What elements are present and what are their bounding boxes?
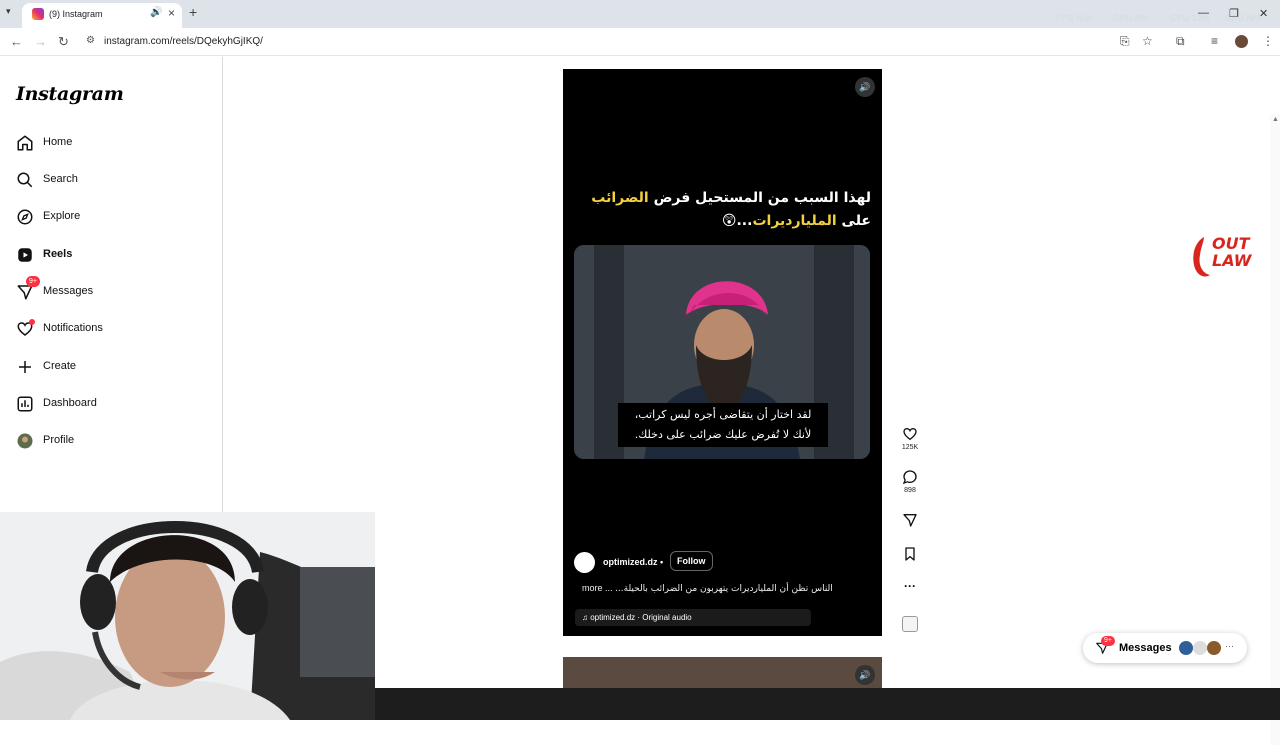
reel-headline: لهذا السبب من المستحيل فرض الضرائب على ا… bbox=[591, 190, 871, 229]
bookmark-icon bbox=[905, 547, 915, 561]
sidebar-item-label: Search bbox=[43, 173, 78, 185]
reel-caption[interactable]: more ... الناس تظن أن المليارديرات يتهرب… bbox=[582, 583, 852, 594]
streamer-image bbox=[0, 512, 375, 720]
like-count: 125K bbox=[901, 444, 919, 451]
plus-icon bbox=[19, 361, 31, 373]
messages-label: Messages bbox=[1119, 642, 1172, 654]
tab-close-icon[interactable]: × bbox=[168, 6, 175, 20]
reels-icon bbox=[18, 248, 32, 262]
sidebar-item-label: Home bbox=[43, 136, 73, 148]
subtitle-box: لقد اختار أن يتقاضى أجره ليس كراتب، لأنك… bbox=[618, 403, 828, 447]
follow-button[interactable]: Follow bbox=[670, 551, 713, 571]
video-frame: لقد اختار أن يتقاضى أجره ليس كراتب، لأنك… bbox=[574, 245, 870, 459]
caption-more[interactable]: more ... bbox=[582, 583, 613, 593]
install-app-icon[interactable]: ⎘ bbox=[1120, 34, 1130, 49]
comment-button[interactable]: 898 bbox=[899, 469, 921, 494]
gpu-stat: GPU 8% bbox=[1113, 13, 1149, 23]
profile-avatar[interactable] bbox=[1235, 35, 1248, 48]
messages-badge: 9+ bbox=[26, 276, 40, 287]
sidebar-item-create[interactable]: Create bbox=[16, 355, 216, 381]
sidebar-item-search[interactable]: Search bbox=[16, 168, 216, 194]
sidebar-item-label: Reels bbox=[43, 248, 73, 260]
avatar-icon bbox=[17, 433, 33, 449]
browser-toolbar: ← → ↻ ⚙ instagram.com/reels/DQekyhGjIKQ/… bbox=[0, 28, 1280, 56]
sidebar-item-reels[interactable]: Reels bbox=[16, 243, 216, 269]
like-button[interactable]: 125K bbox=[899, 426, 921, 451]
browser-menu-icon[interactable]: ⋮ bbox=[1262, 34, 1274, 48]
browser-tab-strip: ▾ (9) Instagram 🔊 × + FPS N/A GPU 8% CPU… bbox=[0, 0, 1280, 28]
tab-audio-icon[interactable]: 🔊 bbox=[150, 7, 162, 18]
tab-search-icon[interactable]: ▾ bbox=[6, 6, 11, 17]
instagram-favicon-icon bbox=[32, 8, 44, 20]
page-scrollbar[interactable]: ▲ bbox=[1270, 114, 1280, 745]
floating-messages-button[interactable]: 9+ Messages ··· bbox=[1083, 633, 1247, 663]
bookmark-star-icon[interactable]: ☆ bbox=[1142, 34, 1153, 48]
share-button[interactable] bbox=[899, 512, 921, 528]
forward-icon[interactable]: → bbox=[34, 34, 47, 49]
audio-link[interactable]: ♫ optimized.dz · Original audio bbox=[575, 609, 811, 626]
audio-thumbnail[interactable] bbox=[899, 616, 921, 632]
messages-badge: 9+ bbox=[1101, 636, 1115, 646]
avatar bbox=[1179, 641, 1193, 655]
account-name[interactable]: optimized.dz • bbox=[603, 557, 663, 567]
sidebar-item-label: Explore bbox=[43, 210, 81, 222]
comment-count: 898 bbox=[904, 487, 916, 494]
tab-title: (9) Instagram bbox=[49, 9, 103, 19]
back-icon[interactable]: ← bbox=[10, 34, 23, 49]
outlaw-watermark-logo: OUT LAW bbox=[1190, 235, 1260, 283]
sidebar-item-label: Messages bbox=[43, 285, 94, 297]
sidebar-item-notifications[interactable]: Notifications bbox=[16, 317, 216, 343]
sidebar-item-label: Create bbox=[43, 360, 77, 372]
new-tab-button[interactable]: + bbox=[189, 4, 197, 20]
sidebar-item-home[interactable]: Home bbox=[16, 131, 216, 157]
chart-icon bbox=[17, 396, 33, 412]
restore-icon[interactable]: ❐ bbox=[1229, 7, 1239, 20]
more-avatars-icon: ··· bbox=[1225, 641, 1234, 651]
address-bar[interactable]: instagram.com/reels/DQekyhGjIKQ/ bbox=[104, 36, 263, 47]
sidebar-item-dashboard[interactable]: Dashboard bbox=[16, 392, 216, 418]
search-icon bbox=[17, 172, 33, 188]
instagram-logo[interactable]: Instagram bbox=[16, 83, 124, 105]
window-close-icon[interactable]: ✕ bbox=[1259, 7, 1268, 20]
reload-icon[interactable]: ↻ bbox=[58, 34, 69, 50]
more-options-icon[interactable]: ··· bbox=[899, 579, 921, 593]
sidebar-item-explore[interactable]: Explore bbox=[16, 205, 216, 231]
compass-icon bbox=[17, 209, 33, 225]
heart-icon bbox=[903, 427, 917, 441]
notification-dot bbox=[29, 319, 35, 325]
account-avatar[interactable] bbox=[574, 552, 595, 573]
reel-video[interactable]: 🔊 لهذا السبب من المستحيل فرض الضرائب على… bbox=[563, 69, 882, 636]
outlaw-emblem-icon bbox=[1193, 237, 1210, 277]
send-icon bbox=[903, 514, 917, 527]
site-info-icon[interactable]: ⚙ bbox=[86, 35, 95, 46]
avatar bbox=[1207, 641, 1221, 655]
sidebar-item-label: Dashboard bbox=[43, 397, 97, 409]
media-control-icon[interactable]: ≡ bbox=[1211, 34, 1218, 48]
sidebar-item-profile[interactable]: Profile bbox=[16, 429, 216, 455]
sidebar-item-label: Profile bbox=[43, 434, 75, 446]
save-button[interactable] bbox=[899, 546, 921, 562]
sound-toggle-button[interactable]: 🔊 bbox=[855, 77, 875, 97]
sidebar-item-label: Notifications bbox=[43, 322, 103, 334]
fps-stat: FPS N/A bbox=[1056, 13, 1092, 23]
extensions-icon[interactable]: ⧉ bbox=[1176, 34, 1185, 49]
browser-tab[interactable]: (9) Instagram 🔊 × bbox=[22, 3, 182, 28]
sound-toggle-button[interactable]: 🔊 bbox=[855, 665, 875, 685]
avatar bbox=[1193, 641, 1207, 655]
comment-icon bbox=[902, 470, 917, 485]
sidebar-item-messages[interactable]: 9+ Messages bbox=[16, 276, 216, 306]
home-icon bbox=[17, 135, 33, 151]
webcam-overlay bbox=[0, 512, 375, 720]
minimize-icon[interactable]: — bbox=[1198, 7, 1209, 19]
next-reel-preview[interactable]: 🔊 bbox=[563, 657, 882, 688]
